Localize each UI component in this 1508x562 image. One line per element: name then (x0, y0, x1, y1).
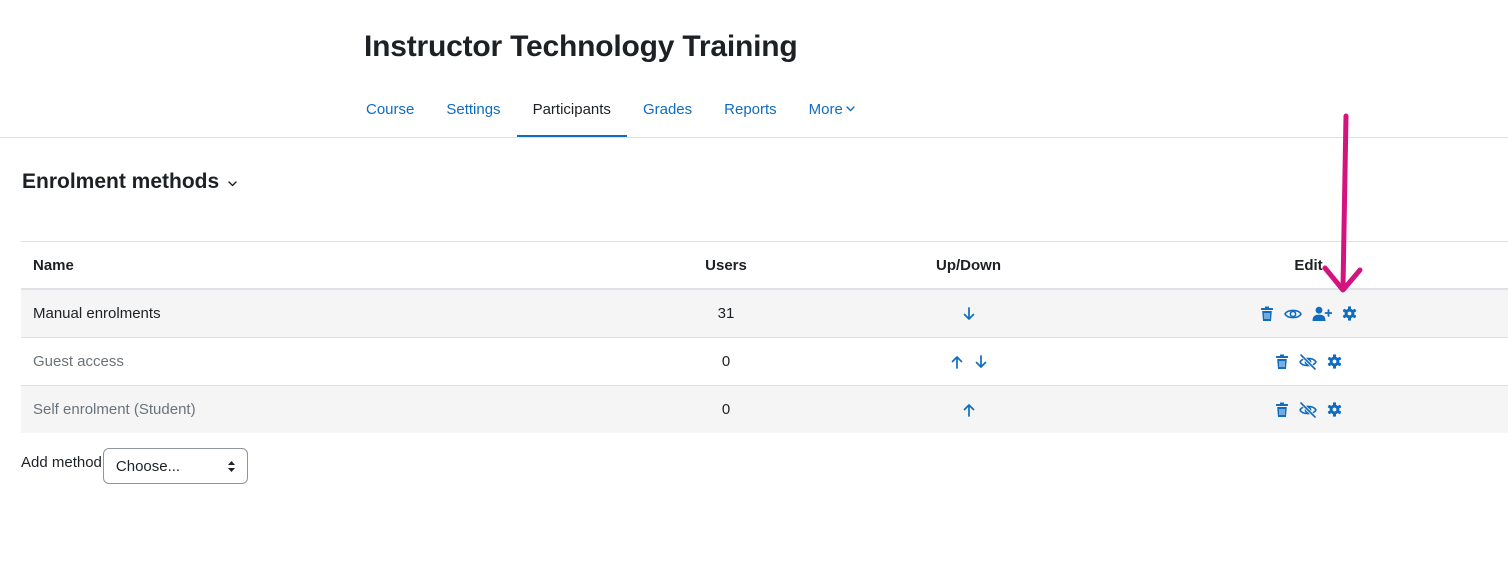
table-row: Guest access 0 (21, 338, 1508, 386)
tab-grades[interactable]: Grades (627, 80, 708, 138)
table-row: Self enrolment (Student) 0 (21, 386, 1508, 433)
method-name: Self enrolment (Student) (33, 401, 196, 418)
header-updown: Up/Down (936, 256, 1001, 274)
method-name: Manual enrolments (33, 305, 161, 322)
eye-slash-icon[interactable] (1299, 353, 1317, 370)
arrow-up-icon[interactable] (963, 403, 975, 417)
trash-icon[interactable] (1275, 402, 1289, 418)
tab-course[interactable]: Course (350, 80, 430, 138)
gear-icon[interactable] (1327, 402, 1342, 417)
annotation-arrow-icon (1322, 113, 1363, 293)
table-header-row: Name Users Up/Down Edit (21, 242, 1508, 290)
tab-participants[interactable]: Participants (516, 80, 628, 138)
arrow-down-icon[interactable] (963, 306, 975, 321)
updown-cell (901, 338, 1036, 385)
page-title: Enrolment methods (22, 170, 220, 193)
header-edit: Edit (1294, 256, 1323, 274)
add-method-label: Add method (21, 454, 102, 471)
arrow-down-icon[interactable] (975, 354, 987, 369)
tab-reports[interactable]: Reports (708, 80, 793, 138)
eye-icon[interactable] (1284, 307, 1302, 321)
edit-cell (1201, 338, 1416, 385)
nav-divider (0, 137, 1508, 138)
edit-cell (1201, 386, 1416, 433)
trash-icon[interactable] (1260, 306, 1274, 322)
course-title: Instructor Technology Training (364, 30, 798, 63)
edit-cell (1201, 290, 1416, 337)
add-method-selected: Choose... (115, 457, 181, 475)
table-row: Manual enrolments 31 (21, 290, 1508, 338)
tab-settings[interactable]: Settings (430, 80, 516, 138)
enrol-users-icon[interactable] (1312, 306, 1332, 322)
tab-more-label: More (808, 100, 843, 118)
chevron-down-icon (846, 106, 855, 112)
updown-cell (901, 290, 1036, 337)
enrolment-methods-table: Name Users Up/Down Edit Manual enrolment… (21, 241, 1508, 433)
arrow-up-icon[interactable] (951, 355, 963, 369)
updown-cell (901, 386, 1036, 433)
gear-icon[interactable] (1342, 306, 1357, 321)
select-arrows-icon (227, 461, 235, 472)
header-name: Name (33, 256, 74, 274)
method-users: 31 (717, 305, 735, 322)
method-users: 0 (721, 401, 731, 418)
chevron-down-icon (228, 180, 237, 186)
header-users: Users (705, 256, 747, 274)
method-users: 0 (721, 353, 731, 370)
eye-slash-icon[interactable] (1299, 401, 1317, 418)
gear-icon[interactable] (1327, 354, 1342, 369)
trash-icon[interactable] (1275, 354, 1289, 370)
add-method-group: Add method Choose... (21, 448, 248, 484)
course-nav: Course Settings Participants Grades Repo… (350, 80, 871, 138)
tab-more[interactable]: More (793, 80, 871, 138)
page-heading-dropdown[interactable]: Enrolment methods (22, 170, 237, 194)
add-method-select[interactable]: Choose... (102, 448, 248, 484)
method-name: Guest access (33, 353, 124, 370)
